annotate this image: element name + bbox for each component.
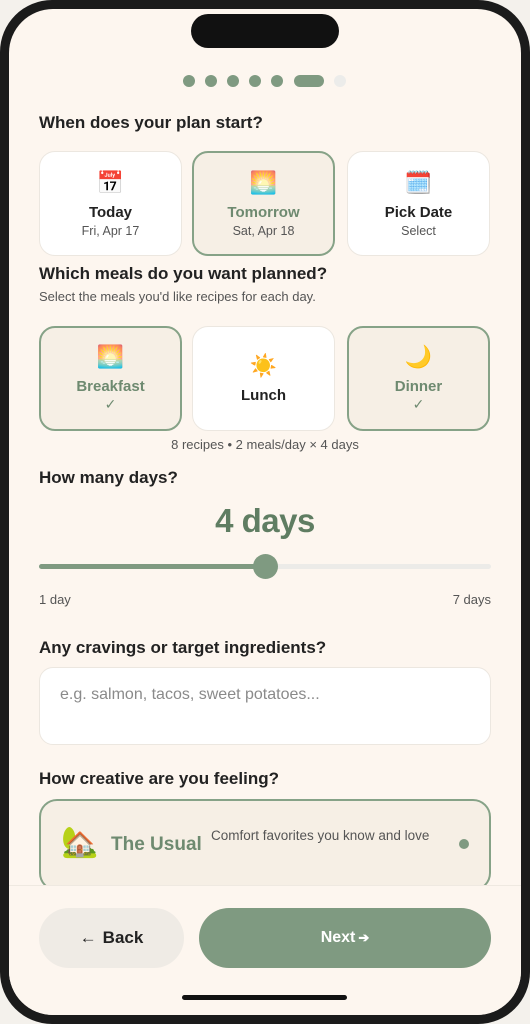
days-value: 4 days — [215, 502, 315, 539]
check-icon: ✓ — [104, 396, 117, 412]
progress-dot — [271, 75, 283, 87]
days-question: How many days? — [39, 468, 178, 487]
days-max-label: 7 days — [452, 592, 491, 607]
start-option-label: Today — [88, 203, 133, 221]
meal-option-label: Breakfast — [76, 378, 145, 395]
start-option-date: Sat, Apr 18 — [232, 223, 295, 238]
footer-bar: ← Back Next ➔ — [9, 885, 521, 1015]
next-button[interactable]: Next ➔ — [199, 908, 491, 968]
start-option-label: Tomorrow — [227, 203, 300, 221]
progress-dot — [249, 75, 261, 87]
arrow-right-icon: ➔ — [358, 930, 370, 945]
creative-option-the-usual[interactable]: 🏡 The Usual Comfort favorites you know a… — [39, 799, 491, 891]
meal-option-label: Dinner — [394, 378, 443, 395]
sun-icon: ☀️ — [249, 352, 278, 378]
sunrise-icon: 🌅 — [249, 169, 278, 195]
meal-option-lunch[interactable]: ☀️ Lunch — [192, 326, 335, 431]
progress-dot — [205, 75, 217, 87]
recipe-summary: 8 recipes • 2 meals/day × 4 days — [171, 437, 359, 452]
back-button-label: Back — [102, 928, 144, 947]
start-option-tomorrow[interactable]: 🌅 Tomorrow Sat, Apr 18 — [192, 151, 335, 256]
start-option-date: Select — [401, 223, 436, 238]
spiral-calendar-icon: 🗓️ — [404, 169, 433, 195]
days-slider-fill — [39, 564, 265, 569]
start-option-today[interactable]: 📅 Today Fri, Apr 17 — [39, 151, 182, 256]
days-slider-thumb[interactable] — [252, 554, 278, 579]
sunrise-icon: 🌅 — [96, 344, 125, 369]
phone-frame: When does your plan start? 📅 Today Fri, … — [0, 0, 530, 1024]
meals-subtitle: Select the meals you'd like recipes for … — [39, 289, 316, 304]
progress-dot — [334, 75, 346, 87]
cravings-input[interactable] — [39, 667, 491, 745]
check-icon: ✓ — [412, 396, 425, 412]
calendar-icon: 📅 — [96, 169, 125, 195]
meal-option-breakfast[interactable]: 🌅 Breakfast ✓ — [39, 326, 182, 431]
arrow-left-icon: ← — [79, 928, 97, 947]
creative-option-description: Comfort favorites you know and love — [211, 828, 430, 843]
progress-dot — [183, 75, 195, 87]
start-option-date: Fri, Apr 17 — [81, 223, 140, 238]
start-option-pick-date[interactable]: 🗓️ Pick Date Select — [347, 151, 490, 256]
start-question: When does your plan start? — [39, 113, 263, 132]
creative-option-title: The Usual — [111, 834, 202, 855]
next-button-label: Next — [320, 929, 356, 946]
meal-option-dinner[interactable]: 🌙 Dinner ✓ — [347, 326, 490, 431]
progress-dot — [227, 75, 239, 87]
cravings-question: Any cravings or target ingredients? — [39, 638, 327, 657]
moon-icon: 🌙 — [404, 344, 433, 369]
days-min-label: 1 day — [39, 592, 71, 607]
screen: When does your plan start? 📅 Today Fri, … — [9, 9, 521, 1015]
start-option-label: Pick Date — [384, 203, 453, 221]
meals-question: Which meals do you want planned? — [39, 264, 328, 283]
home-indicator — [182, 995, 347, 1000]
progress-dot-current — [294, 75, 324, 87]
meal-option-label: Lunch — [241, 386, 286, 404]
camera-notch — [191, 14, 339, 48]
progress-indicator — [9, 75, 521, 87]
house-icon: 🏡 — [61, 826, 99, 859]
creative-question: How creative are you feeling? — [39, 769, 279, 788]
selected-dot-icon — [459, 839, 469, 849]
back-button[interactable]: ← Back — [39, 908, 184, 968]
